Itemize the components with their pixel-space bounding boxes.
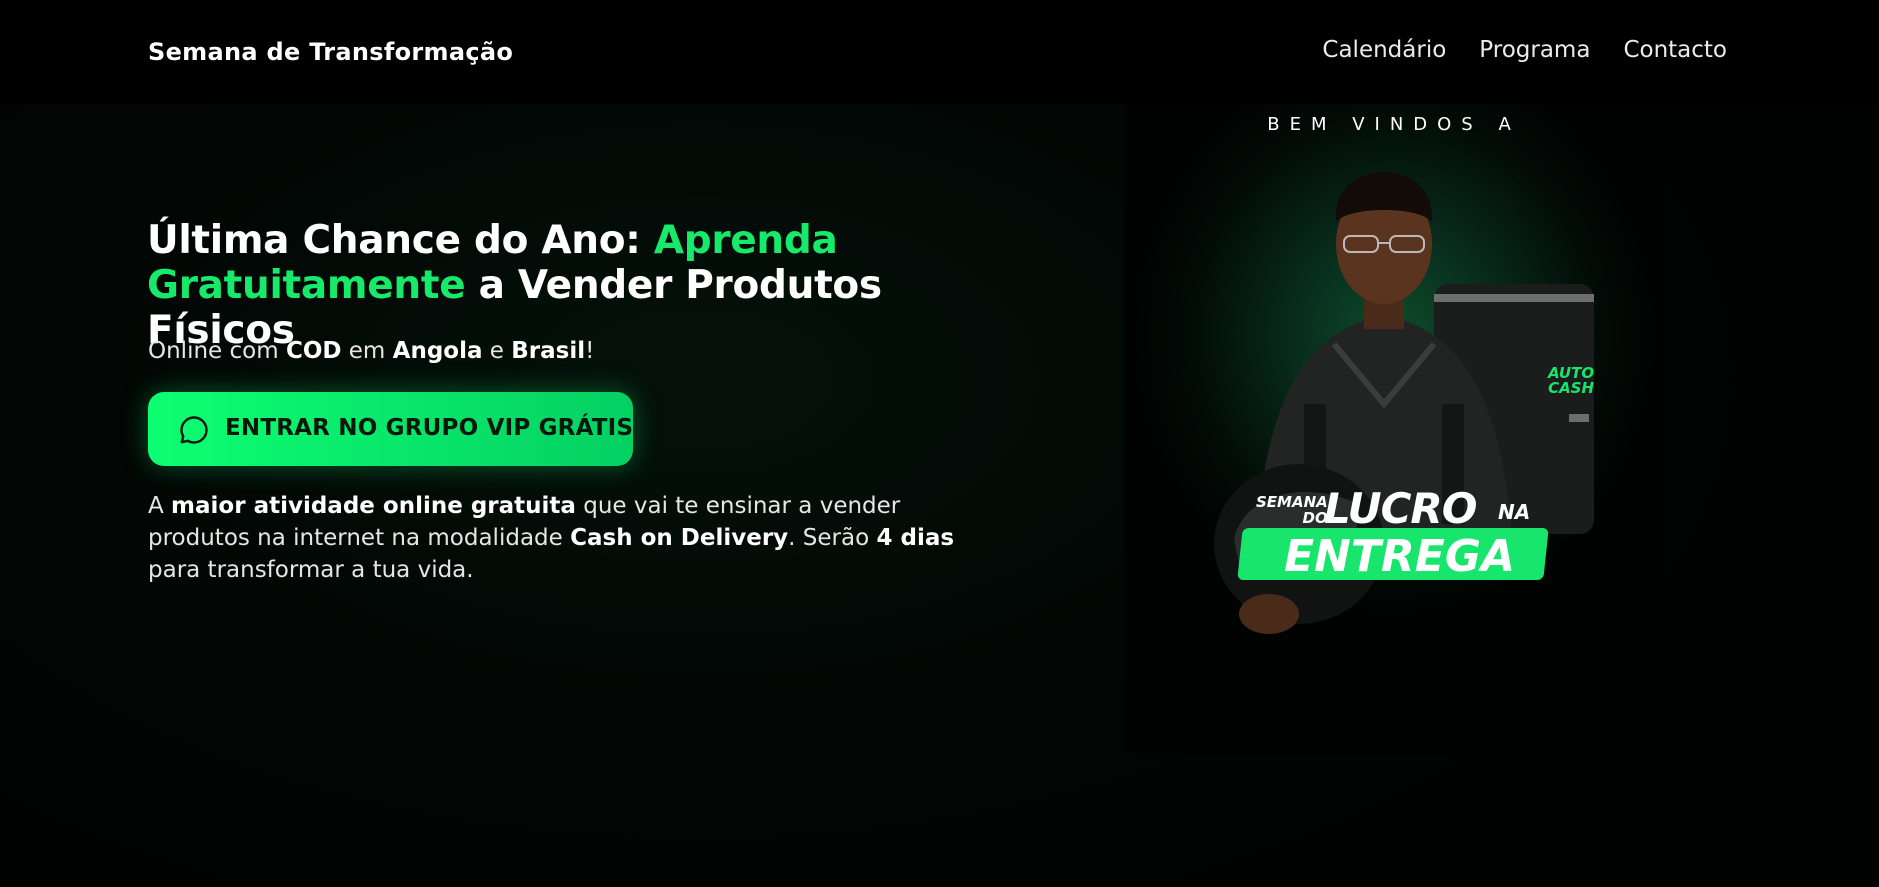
description-bold: Cash on Delivery [570, 525, 789, 551]
nav-link-contacto[interactable]: Contacto [1623, 37, 1727, 63]
hero-subline: Online com COD em Angola e Brasil! [148, 336, 594, 366]
subline-text: e [482, 338, 512, 364]
subline-text: ! [585, 338, 595, 364]
headline-part1: Última Chance do Ano: [147, 218, 654, 263]
description-bold: 4 dias [876, 525, 955, 551]
whatsapp-chat-icon [180, 416, 208, 444]
site-brand[interactable]: Semana de Transformação [148, 38, 513, 66]
subline-text: em [341, 338, 393, 364]
hero-description: A maior atividade online gratuita que va… [148, 490, 998, 586]
description-text: para transformar a tua vida. [148, 557, 474, 583]
promo-welcome-text: BEM VINDOS A [1267, 114, 1521, 135]
hero-headline: Última Chance do Ano: Aprenda Gratuitame… [147, 218, 1007, 353]
landing-page: Semana de Transformação Calendário Progr… [0, 0, 1879, 887]
promo-na-text: NA [1498, 500, 1531, 524]
delivery-person-illustration [1214, 172, 1594, 634]
join-vip-group-button[interactable]: ENTRAR NO GRUPO VIP GRÁTIS [148, 392, 633, 466]
join-vip-group-label: ENTRAR NO GRUPO VIP GRÁTIS [225, 415, 634, 441]
promo-big-title: LUCRO [1324, 484, 1477, 533]
subline-brasil: Brasil [511, 338, 586, 364]
main-nav: Calendário Programa Contacto [1322, 37, 1727, 63]
subline-cod: COD [285, 338, 342, 364]
nav-link-calendario[interactable]: Calendário [1322, 37, 1446, 63]
top-navbar: Semana de Transformação Calendário Progr… [0, 0, 1879, 104]
nav-link-programa[interactable]: Programa [1479, 37, 1590, 63]
promo-small-title: SEMANA DO [1256, 494, 1328, 526]
subline-text: Online com [148, 338, 286, 364]
description-bold: maior atividade online gratuita [171, 493, 576, 519]
description-text: A [148, 493, 172, 519]
bag-brand-bottom: CASH [1548, 379, 1595, 397]
promo-banner-text: ENTREGA [1284, 531, 1515, 582]
subline-angola: Angola [392, 338, 483, 364]
description-text: . Serão [788, 525, 877, 551]
promo-image: BEM VINDOS A AUTO CASH SEMANA DO LUCRO N… [1124, 104, 1664, 754]
bag-brand-logo: AUTO CASH [1548, 366, 1594, 396]
